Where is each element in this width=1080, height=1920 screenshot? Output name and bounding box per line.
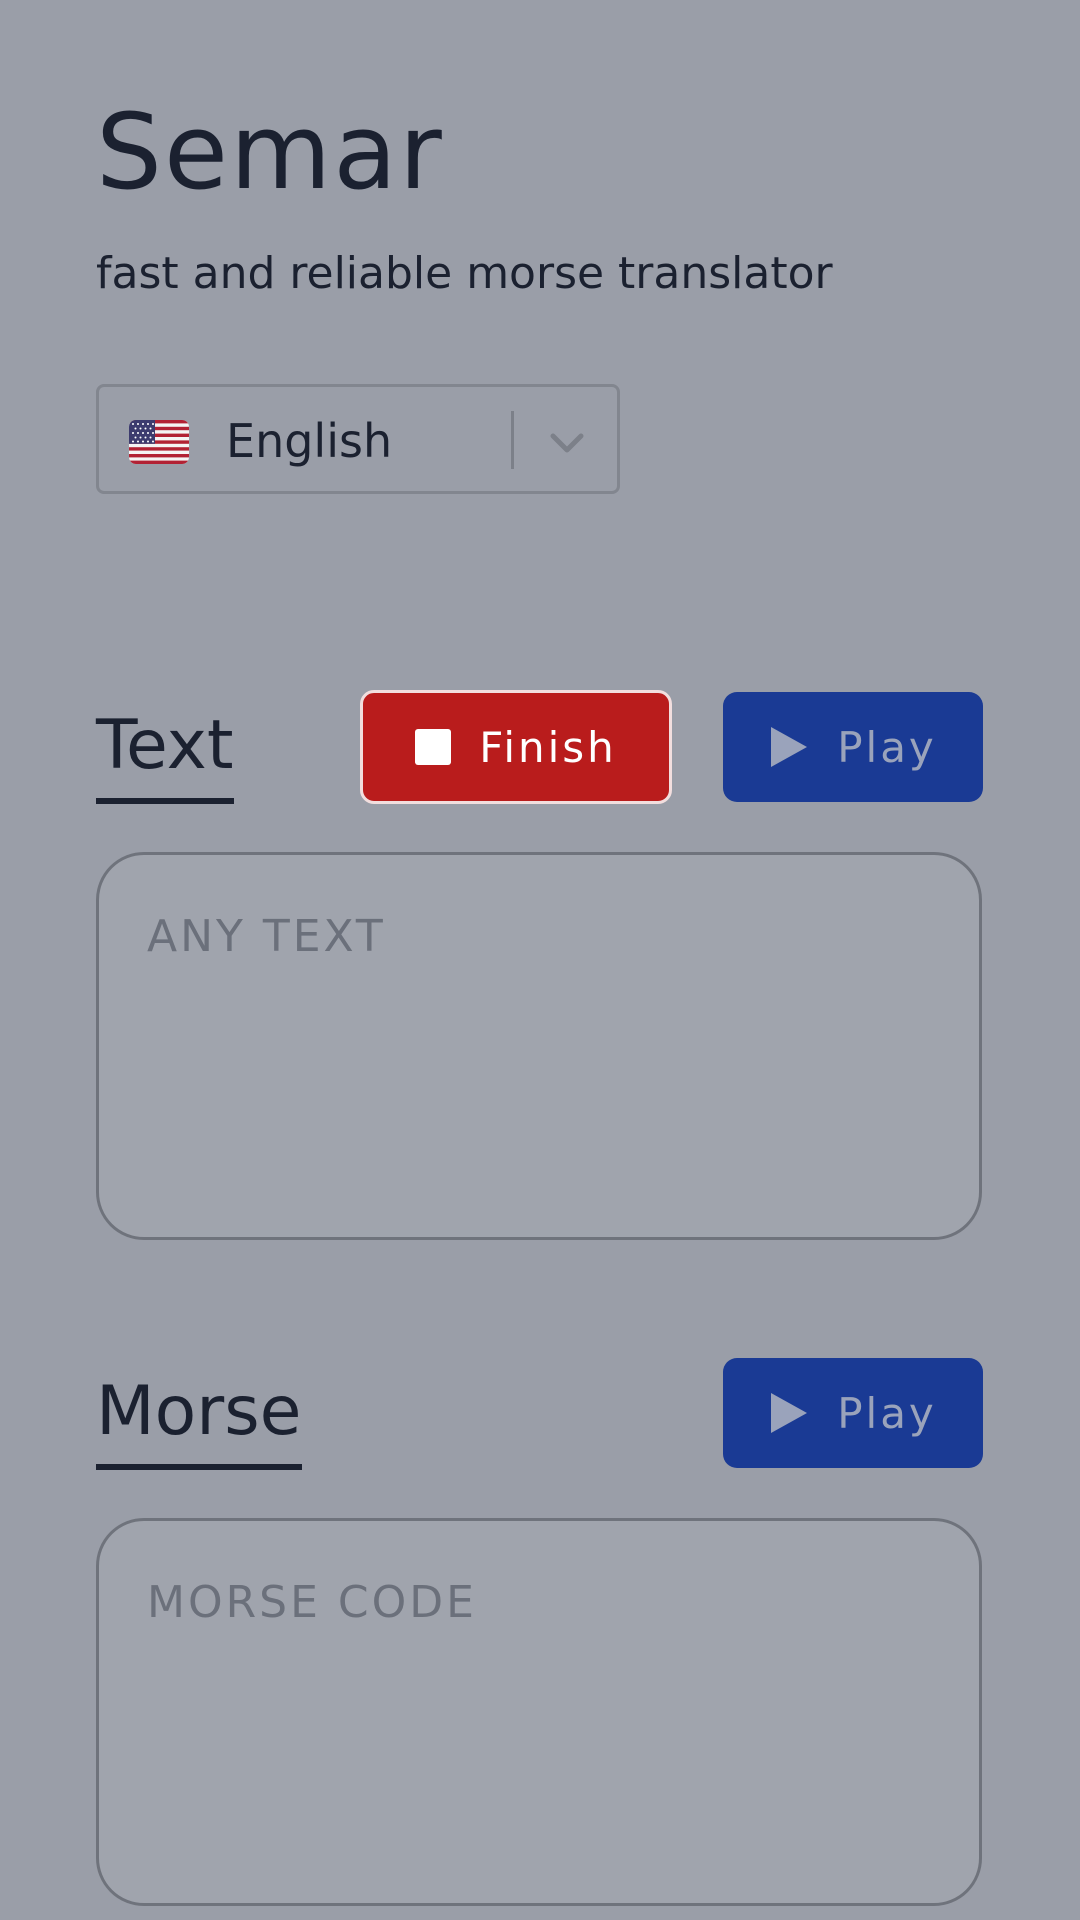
select-divider: [511, 411, 514, 469]
app-title: Semar: [96, 91, 444, 213]
text-input[interactable]: [147, 911, 927, 1191]
stop-icon: [415, 729, 452, 765]
play-icon: [771, 727, 808, 767]
language-select[interactable]: English: [96, 384, 620, 494]
play-icon: [771, 1393, 808, 1433]
morse-input[interactable]: [147, 1577, 927, 1857]
text-section-heading: Text: [96, 712, 234, 804]
morse-input-box[interactable]: [96, 1518, 982, 1906]
chevron-down-icon[interactable]: [547, 423, 587, 463]
morse-play-button-label: Play: [837, 1388, 937, 1438]
morse-section-heading: Morse: [96, 1378, 302, 1470]
text-input-box[interactable]: [96, 852, 982, 1240]
finish-button-label: Finish: [479, 722, 617, 772]
text-play-button-label: Play: [837, 722, 937, 772]
language-select-value: English: [226, 414, 393, 468]
app-subtitle: fast and reliable morse translator: [96, 248, 833, 299]
text-play-button[interactable]: Play: [723, 692, 983, 802]
us-flag-icon: [129, 420, 189, 464]
morse-play-button[interactable]: Play: [723, 1358, 983, 1468]
finish-button[interactable]: Finish: [360, 690, 672, 804]
